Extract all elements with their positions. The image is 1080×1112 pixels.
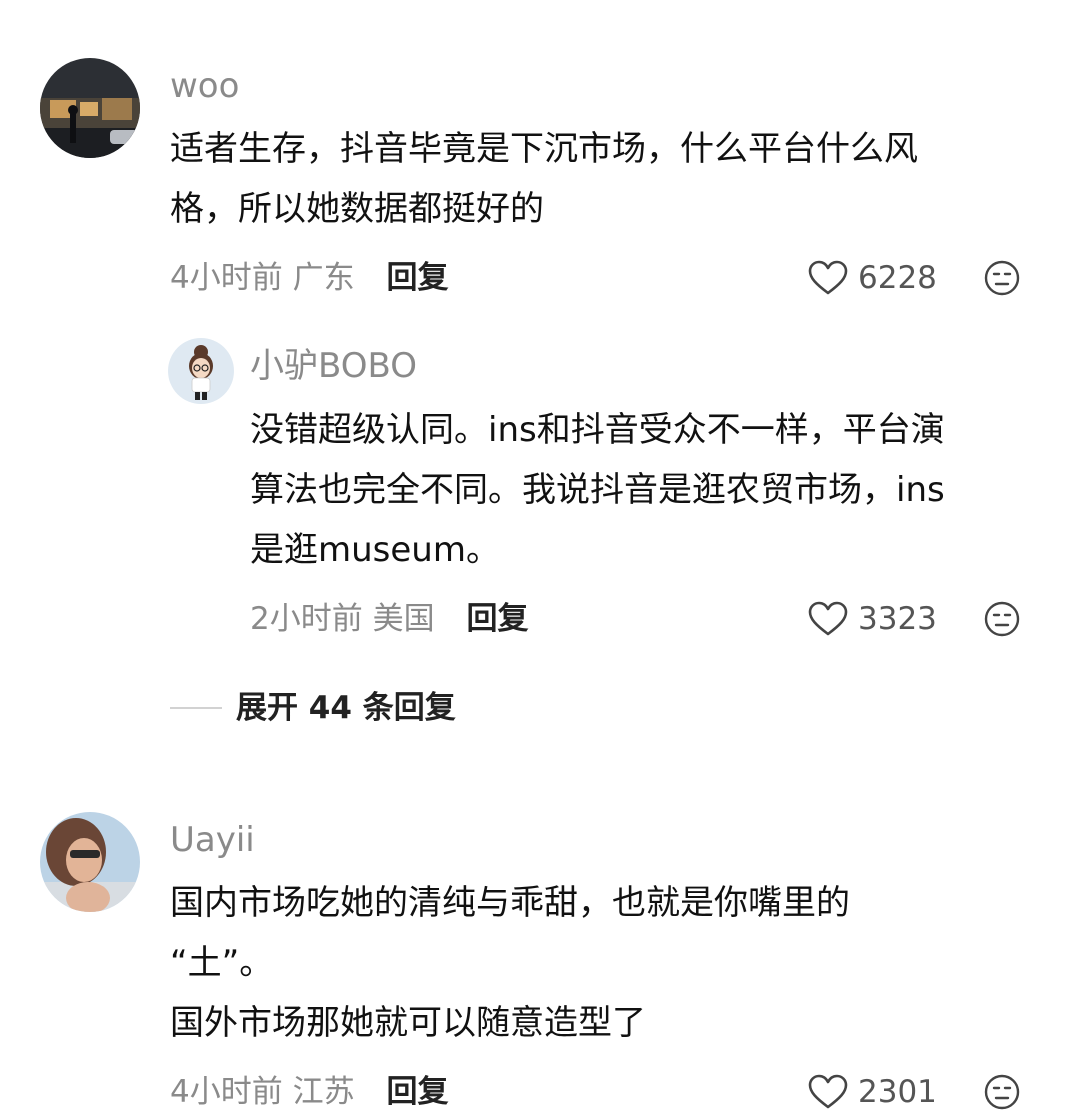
comment-text-line: 格，所以她数据都挺好的 xyxy=(170,189,544,229)
avatar-uayii-image xyxy=(40,812,140,912)
heart-outline-icon xyxy=(808,1074,848,1109)
expand-replies-button[interactable]: 展开 44 条回复 xyxy=(170,688,456,728)
reply-username[interactable]: 小驴BOBO xyxy=(250,346,417,386)
avatar-bobo[interactable] xyxy=(168,338,234,404)
comment-username[interactable]: Uayii xyxy=(170,820,255,860)
avatar-woo-image xyxy=(40,58,140,158)
avatar-bobo-image xyxy=(168,338,234,404)
comment-username[interactable]: woo xyxy=(170,66,239,106)
reply-text-line: 没错超级认同。ins和抖音受众不一样，平台演 xyxy=(250,410,945,450)
heart-outline-icon xyxy=(808,601,848,636)
comment-location: 广东 xyxy=(292,260,355,296)
avatar-uayii[interactable] xyxy=(40,812,140,912)
comment-text-line: 国外市场那她就可以随意造型了 xyxy=(170,1003,646,1043)
reply-text: 没错超级认同。ins和抖音受众不一样，平台演 算法也完全不同。我说抖音是逛农贸市… xyxy=(250,400,945,580)
dislike-button[interactable] xyxy=(984,260,1020,296)
like-button[interactable]: 6228 xyxy=(808,258,937,298)
avatar-woo[interactable] xyxy=(40,58,140,158)
like-count: 3323 xyxy=(858,601,937,637)
comment-location: 江苏 xyxy=(292,1074,355,1110)
reply-text-line: 是逛museum。 xyxy=(250,530,500,570)
comment-text-line: “土”。 xyxy=(170,943,274,983)
comment-meta: 4小时前 广东 回复 xyxy=(170,258,448,298)
comment-time: 4小时前 xyxy=(170,1074,283,1110)
expand-divider xyxy=(170,707,222,709)
dislike-button[interactable] xyxy=(984,601,1020,637)
like-count: 2301 xyxy=(858,1074,937,1110)
comment-time: 4小时前 xyxy=(170,260,283,296)
comment-text-line: 国内市场吃她的清纯与乖甜，也就是你嘴里的 xyxy=(170,883,850,923)
comment-text: 适者生存，抖音毕竟是下沉市场，什么平台什么风 格，所以她数据都挺好的 xyxy=(170,119,918,239)
reply-button[interactable]: 回复 xyxy=(386,260,448,296)
meh-face-icon xyxy=(984,260,1020,296)
heart-outline-icon xyxy=(808,260,848,295)
reply-button[interactable]: 回复 xyxy=(466,601,528,637)
dislike-button[interactable] xyxy=(984,1074,1020,1110)
expand-replies-label: 展开 44 条回复 xyxy=(236,690,456,726)
reply-time: 2小时前 xyxy=(250,601,363,637)
reply-meta: 2小时前 美国 回复 xyxy=(250,599,528,639)
like-count: 6228 xyxy=(858,260,937,296)
like-button[interactable]: 3323 xyxy=(808,599,937,639)
reply-location: 美国 xyxy=(372,601,435,637)
like-button[interactable]: 2301 xyxy=(808,1072,937,1112)
reply-text-line: 算法也完全不同。我说抖音是逛农贸市场，ins xyxy=(250,470,945,510)
meh-face-icon xyxy=(984,1074,1020,1110)
comment-text: 国内市场吃她的清纯与乖甜，也就是你嘴里的 “土”。 国外市场那她就可以随意造型了 xyxy=(170,873,850,1053)
meh-face-icon xyxy=(984,601,1020,637)
reply-button[interactable]: 回复 xyxy=(386,1074,448,1110)
comment-text-line: 适者生存，抖音毕竟是下沉市场，什么平台什么风 xyxy=(170,129,918,169)
comment-meta: 4小时前 江苏 回复 xyxy=(170,1072,448,1112)
